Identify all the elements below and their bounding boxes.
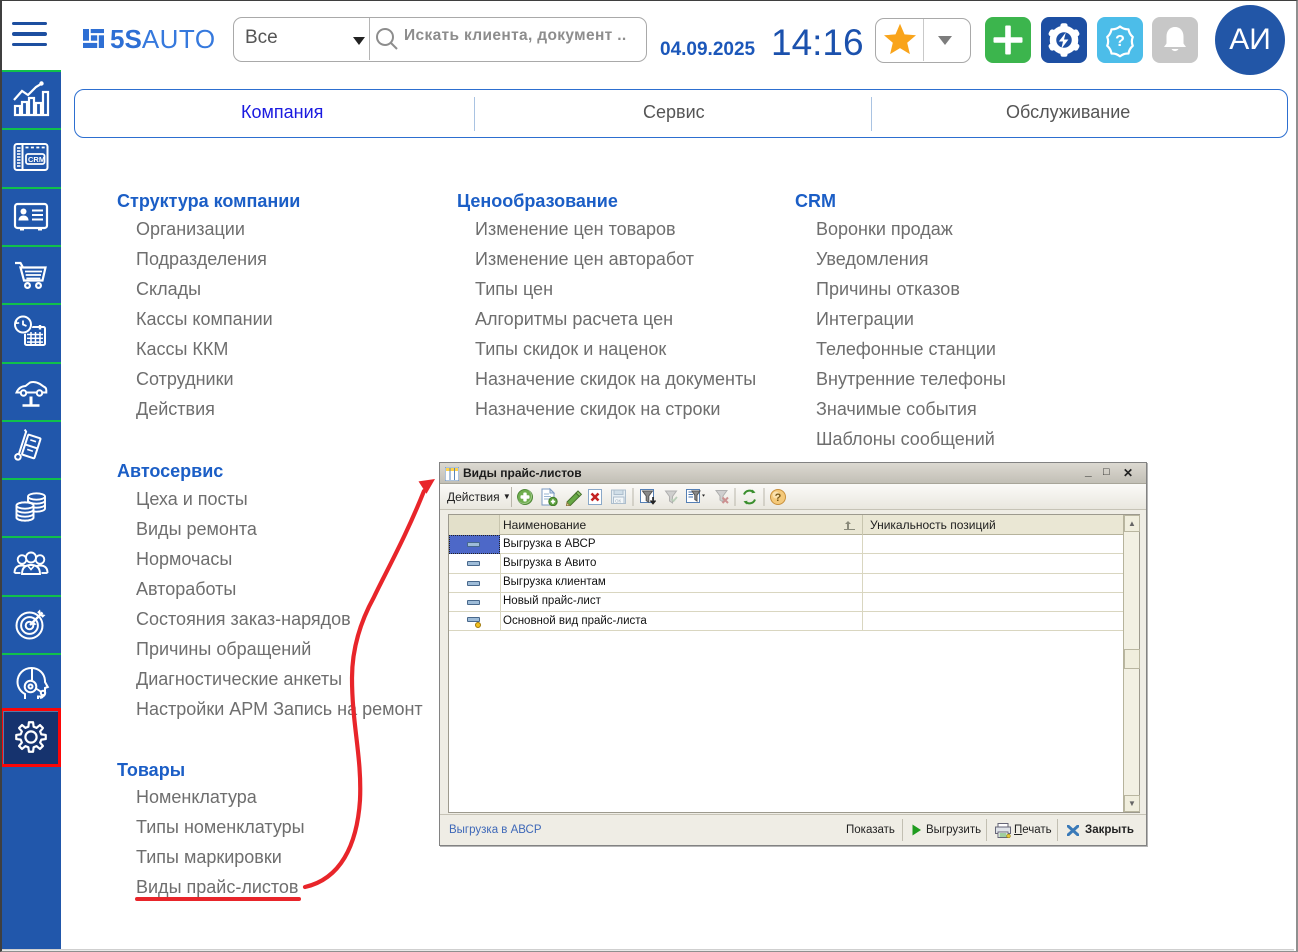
- svg-text:?: ?: [1115, 33, 1125, 50]
- svg-text:?: ?: [775, 492, 782, 504]
- svg-text:ОК: ОК: [615, 499, 622, 504]
- svg-text:CRM: CRM: [28, 155, 45, 164]
